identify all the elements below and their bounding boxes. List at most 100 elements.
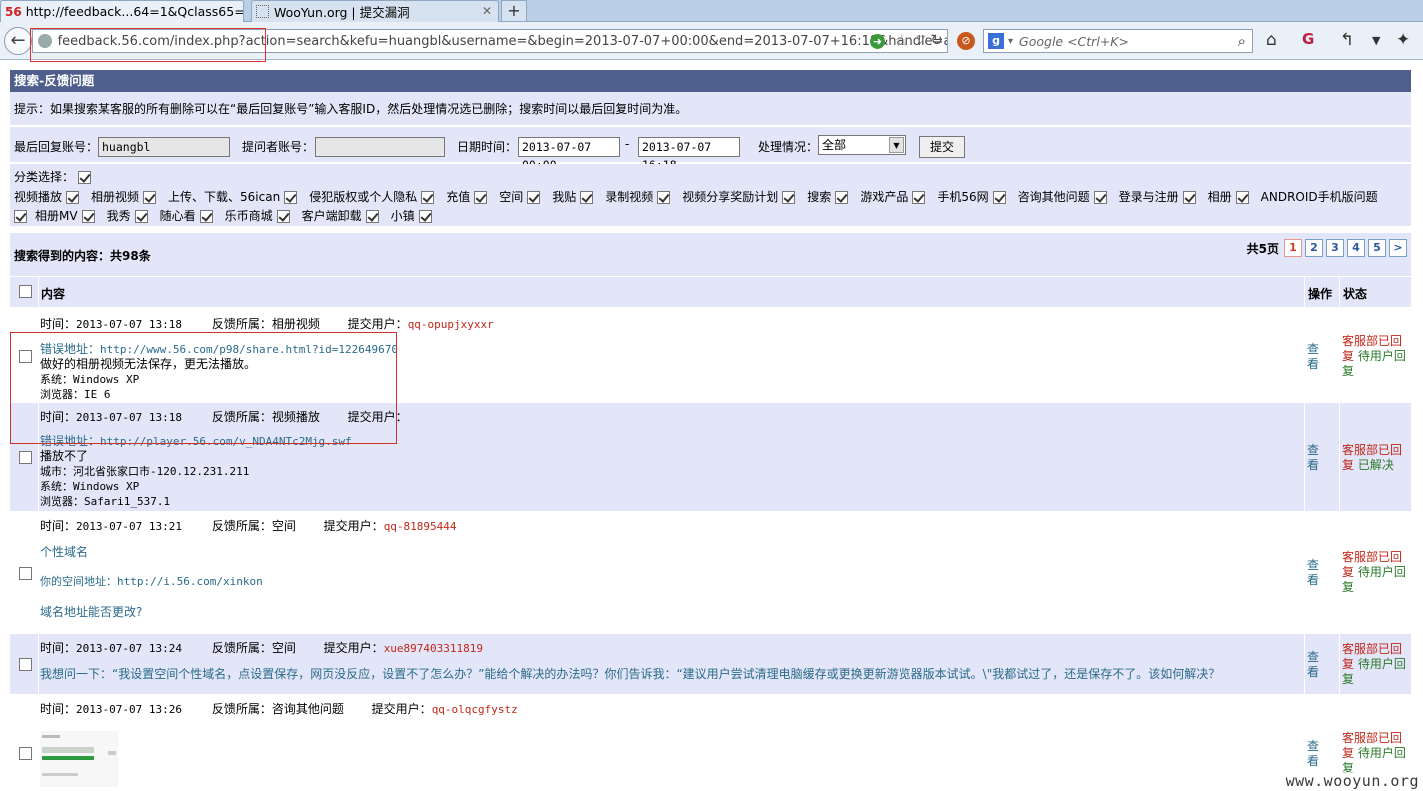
category-all-checkbox[interactable] xyxy=(77,171,91,184)
op-column-header: 操作 xyxy=(1308,287,1333,301)
category-checkbox[interactable] xyxy=(657,191,671,204)
category-checkbox[interactable] xyxy=(14,210,27,223)
category-checkbox[interactable] xyxy=(782,191,796,204)
reply-account-input[interactable]: huangbl xyxy=(98,137,230,157)
category-checkbox[interactable] xyxy=(474,191,488,204)
page-3-link[interactable]: 3 xyxy=(1326,239,1344,257)
addon-icon[interactable]: ⊘ xyxy=(957,32,975,50)
category-checkbox[interactable] xyxy=(527,191,541,204)
row-category: 相册视频 xyxy=(271,317,320,331)
search-icon[interactable]: ⌕ xyxy=(1238,32,1246,50)
category-checkbox[interactable] xyxy=(992,191,1006,204)
view-link[interactable]: 查看 xyxy=(1307,739,1325,769)
handle-selected: 全部 xyxy=(822,138,847,152)
category-item-label: 空间 xyxy=(499,190,524,204)
view-link[interactable]: 查看 xyxy=(1307,443,1325,473)
category-list-2: 相册MV 我秀 随心看 乐币商城 客户端卸载 小镇 xyxy=(14,207,444,224)
extension-icon[interactable]: ✦ xyxy=(1396,30,1410,50)
row-user[interactable]: xue897403311819 xyxy=(384,642,483,655)
table-header: 内容 操作 状态 xyxy=(10,277,1411,307)
new-tab-button[interactable]: + xyxy=(501,0,527,21)
row-user[interactable]: qq-olqcgfystz xyxy=(432,703,518,716)
share-icon[interactable]: ↰ xyxy=(1340,30,1354,50)
submitter-input[interactable] xyxy=(315,137,445,157)
category-item-label: 录制视频 xyxy=(605,190,654,204)
category-item: 相册视频 xyxy=(91,188,157,205)
row-question: 我想问一下：“我设置空间个性域名，点设置保存，网页没反应，设置不了怎么办？”能给… xyxy=(40,667,1221,681)
table-row: 时间：2013-07-07 13:21 反馈所属：空间 提交用户：qq-8189… xyxy=(10,512,1411,633)
category-checkbox[interactable] xyxy=(276,210,290,223)
back-button[interactable]: ← xyxy=(4,27,32,55)
reload-icon[interactable]: ↻ xyxy=(930,31,943,49)
search-bar[interactable]: g ▾ Google <Ctrl+K> ⌕ xyxy=(983,29,1253,53)
page-1-link[interactable]: 1 xyxy=(1284,239,1302,257)
home-icon[interactable]: ⌂ xyxy=(1266,30,1277,50)
category-item-label: 我秀 xyxy=(106,209,131,223)
row-checkbox[interactable] xyxy=(19,451,32,464)
category-item-label: 咨询其他问题 xyxy=(1017,190,1090,204)
category-checkbox[interactable] xyxy=(284,191,298,204)
view-link[interactable]: 查看 xyxy=(1307,650,1325,680)
page-5-link[interactable]: 5 xyxy=(1368,239,1386,257)
row-user[interactable]: qq-81895444 xyxy=(384,520,457,533)
date-separator: - xyxy=(625,137,630,151)
menu-dropdown-icon[interactable]: ▼ xyxy=(1372,34,1380,47)
close-icon[interactable]: ✕ xyxy=(482,4,492,18)
handle-select[interactable]: 全部 ▼ xyxy=(818,135,906,155)
row-browser: 浏览器：Safari1_537.1 xyxy=(40,495,171,508)
row-checkbox[interactable] xyxy=(19,658,32,671)
category-checkbox[interactable] xyxy=(143,191,157,204)
page-title: 搜索-反馈问题 xyxy=(10,70,1411,92)
category-item-label: 相册视频 xyxy=(91,190,140,204)
category-item: 搜索 xyxy=(807,188,849,205)
gm-icon[interactable]: G xyxy=(1302,30,1314,48)
category-checkbox[interactable] xyxy=(81,210,95,223)
row-checkbox[interactable] xyxy=(19,567,32,580)
row-checkbox[interactable] xyxy=(19,747,32,760)
view-link[interactable]: 查看 xyxy=(1307,558,1325,588)
category-checkbox[interactable] xyxy=(580,191,594,204)
engine-dropdown-icon[interactable]: ▾ xyxy=(1008,36,1013,47)
row-user[interactable]: qq-opupjxyxxr xyxy=(408,318,494,331)
history-dropdown-icon[interactable]: ▽ xyxy=(917,33,925,46)
category-checkbox[interactable] xyxy=(1235,191,1249,204)
table-row: 时间：2013-07-07 13:26 反馈所属：咨询其他问题 提交用户：qq-… xyxy=(10,695,1411,791)
category-checkbox[interactable] xyxy=(66,191,80,204)
date-label: 日期时间： xyxy=(457,140,518,154)
date-to-input[interactable]: 2013-07-07 16:18 xyxy=(638,137,740,172)
go-icon[interactable]: ➜ xyxy=(870,34,885,49)
chevron-down-icon[interactable]: ▼ xyxy=(889,137,904,153)
page-2-link[interactable]: 2 xyxy=(1305,239,1323,257)
category-item-label: 随心看 xyxy=(159,209,196,223)
search-form: 最后回复账号： huangbl 提问者账号： 日期时间： 2013-07-07 … xyxy=(10,127,1411,172)
google-icon[interactable]: g xyxy=(988,33,1004,49)
view-link[interactable]: 查看 xyxy=(1307,342,1325,372)
category-checkbox[interactable] xyxy=(1182,191,1196,204)
category-checkbox[interactable] xyxy=(365,210,379,223)
category-checkbox[interactable] xyxy=(418,210,432,223)
row-space-address: 你的空间地址：http://i.56.com/xinkon xyxy=(40,575,263,588)
date-from-input[interactable]: 2013-07-07 00:00 xyxy=(518,137,620,172)
category-checkbox[interactable] xyxy=(199,210,213,223)
category-checkbox[interactable] xyxy=(134,210,148,223)
next-page-link[interactable]: > xyxy=(1389,239,1407,257)
category-checkbox[interactable] xyxy=(421,191,435,204)
category-checkbox[interactable] xyxy=(835,191,849,204)
category-item: 上传、下载、56ican xyxy=(168,188,298,205)
bookmark-star-icon[interactable]: ☆ xyxy=(895,31,909,50)
category-item: 我贴 xyxy=(552,188,594,205)
category-item: 随心看 xyxy=(160,207,213,224)
screenshot-thumbnail[interactable] xyxy=(40,731,118,787)
page-total: 共5页 xyxy=(1246,241,1279,256)
page-4-link[interactable]: 4 xyxy=(1347,239,1365,257)
category-checkbox[interactable] xyxy=(912,191,926,204)
search-input[interactable]: Google <Ctrl+K> xyxy=(1019,34,1238,49)
tab-feedback[interactable]: 56 http://feedback...64=1&Qclass65=1 xyxy=(0,0,244,22)
select-all-checkbox[interactable] xyxy=(19,285,32,298)
category-item: ANDROID手机版问题 xyxy=(1261,188,1378,205)
submit-button[interactable]: 提交 xyxy=(919,136,965,158)
category-checkbox[interactable] xyxy=(1093,191,1107,204)
tab-wooyun[interactable]: WooYun.org | 提交漏洞 ✕ xyxy=(251,0,499,22)
category-item-label: 视频分享奖励计划 xyxy=(682,190,779,204)
category-item-label: 游戏产品 xyxy=(860,190,909,204)
